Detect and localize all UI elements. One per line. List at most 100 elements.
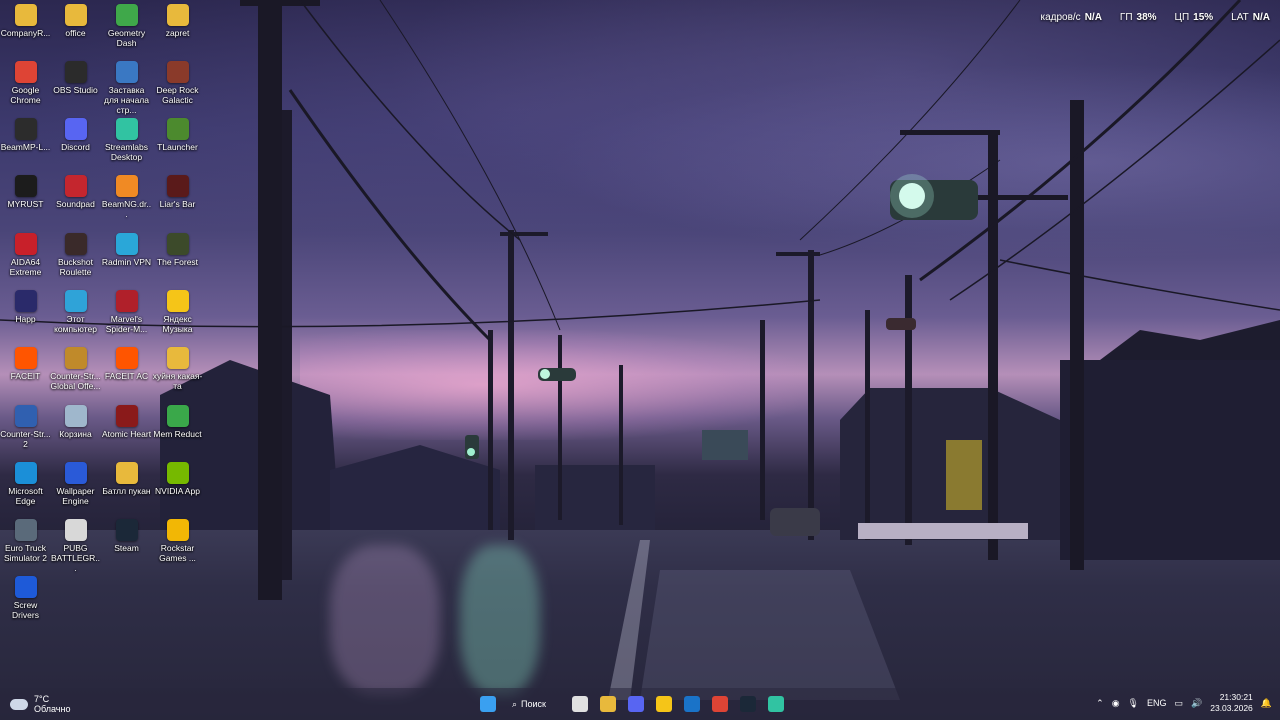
desktop-icon-label: Google Chrome xyxy=(10,85,41,105)
desktop-icon[interactable]: zapret xyxy=(152,4,203,38)
chevron-up-icon[interactable]: ⌃ xyxy=(1096,698,1104,709)
taskbar-button-discord[interactable] xyxy=(624,692,648,716)
cloud-icon xyxy=(10,698,28,710)
obs-icon xyxy=(64,61,87,83)
desktop-icon-label: Rockstar Games ... xyxy=(159,543,196,563)
desktop-icon-label: Liar's Bar xyxy=(159,199,196,209)
desktop-icon-label: CompanyR... xyxy=(0,28,51,38)
desktop-icon[interactable]: Euro Truck Simulator 2 xyxy=(0,519,51,563)
the-forest-icon xyxy=(166,233,189,255)
desktop-icon[interactable]: Soundpad xyxy=(50,175,101,209)
cpu-value: 15% xyxy=(1193,12,1214,23)
desktop-icon[interactable]: Корзина xyxy=(50,405,101,439)
taskbar-button-outlook[interactable] xyxy=(680,692,704,716)
desktop-icon[interactable]: OBS Studio xyxy=(50,61,101,95)
clock-date: 23.03.2026 xyxy=(1210,703,1253,713)
desktop-icon[interactable]: Rockstar Games ... xyxy=(152,519,203,563)
gpu-label: ГП xyxy=(1119,12,1133,23)
desktop-icon[interactable]: Counter-Str... Global Offe... xyxy=(50,347,101,391)
desktop-icon[interactable]: Atomic Heart xyxy=(101,405,152,439)
desktop-icon-label: Streamlabs Desktop xyxy=(105,142,148,162)
desktop-icon[interactable]: Этот компьютер xyxy=(50,290,101,334)
desktop-icon-label: Mem Reduct xyxy=(153,429,202,439)
desktop-icon[interactable]: Microsoft Edge xyxy=(0,462,51,506)
chrome-icon xyxy=(14,61,37,83)
desktop-icon-label: Buckshot Roulette xyxy=(58,257,93,277)
pubg-icon xyxy=(64,519,87,541)
desktop-icon-label: Atomic Heart xyxy=(101,429,152,439)
desktop-icon[interactable]: Батлл пукан xyxy=(101,462,152,496)
taskbar-search-button[interactable]: ⌕ Поиск xyxy=(504,692,564,716)
volume-icon[interactable]: 🔊 xyxy=(1191,698,1202,709)
taskbar-button-streamlabs[interactable] xyxy=(764,692,788,716)
desktop-icon[interactable]: Mem Reduct xyxy=(152,405,203,439)
discord-icon xyxy=(64,118,87,140)
weather-widget[interactable]: 7°C Облачно xyxy=(10,694,70,714)
desktop-icon-label: Counter-Str... Global Offe... xyxy=(50,371,101,391)
geometry-dash-icon xyxy=(115,4,138,26)
desktop-icon[interactable]: Заставка для начала стр... xyxy=(101,61,152,115)
desktop-icon-label: PUBG BATTLEGR... xyxy=(51,543,100,573)
desktop-icon[interactable]: хуйня какая-та xyxy=(152,347,203,391)
desktop-icon-label: Euro Truck Simulator 2 xyxy=(4,543,47,563)
desktop-icon[interactable]: Buckshot Roulette xyxy=(50,233,101,277)
spider-man-icon xyxy=(115,290,138,312)
desktop-icon[interactable]: Google Chrome xyxy=(0,61,51,105)
desktop-icon[interactable]: AIDA64 Extreme xyxy=(0,233,51,277)
desktop-icon[interactable]: Wallpaper Engine xyxy=(50,462,101,506)
desktop-icon-label: Steam xyxy=(114,543,139,553)
taskbar-button-file-explorer[interactable] xyxy=(596,692,620,716)
desktop-icon[interactable]: The Forest xyxy=(152,233,203,267)
taskbar-app-area: ⌕ Поиск xyxy=(476,692,788,716)
video-icon xyxy=(115,61,138,83)
taskbar-button-chrome[interactable] xyxy=(708,692,732,716)
desktop-icon[interactable]: Radmin VPN xyxy=(101,233,152,267)
desktop-icon-label: Deep Rock Galactic xyxy=(156,85,199,105)
desktop-icon[interactable]: Counter-Str... 2 xyxy=(0,405,51,449)
taskbar-button-task-view[interactable] xyxy=(568,692,592,716)
desktop-icon[interactable]: Streamlabs Desktop xyxy=(101,118,152,162)
latency-value: N/A xyxy=(1252,12,1270,23)
desktop-icon[interactable]: BeamMP-L... xyxy=(0,118,51,152)
desktop-icon-label: Soundpad xyxy=(56,199,95,209)
desktop-icon[interactable]: Яндекс Музыка xyxy=(152,290,203,334)
clock[interactable]: 21:30:21 23.03.2026 xyxy=(1210,692,1253,714)
taskbar-button-steam[interactable] xyxy=(736,692,760,716)
desktop-icon[interactable]: FACEIT AC xyxy=(101,347,152,381)
language-indicator[interactable]: ENG xyxy=(1147,698,1167,708)
desktop-icon[interactable]: BeamNG.dr... xyxy=(101,175,152,219)
microphone-icon[interactable]: 🎙 xyxy=(1128,698,1139,709)
desktop-icon-label: Geometry Dash xyxy=(107,28,146,48)
desktop-icon[interactable]: FACEIT xyxy=(0,347,51,381)
desktop-icon[interactable]: Screw Drivers xyxy=(0,576,51,620)
tlauncher-icon xyxy=(166,118,189,140)
desktop-icon[interactable]: NVIDIA App xyxy=(152,462,203,496)
gpu-stat: ГП 38% xyxy=(1120,12,1157,23)
folder-icon xyxy=(166,347,189,369)
desktop-icon[interactable]: PUBG BATTLEGR... xyxy=(50,519,101,573)
taskbar: 7°C Облачно ⌕ Поиск ⌃ ◉ 🎙 ENG ▭ 🔊 21:30:2… xyxy=(0,688,1280,720)
desktop-icon[interactable]: MYRUST xyxy=(0,175,51,209)
desktop-icon[interactable]: Discord xyxy=(50,118,101,152)
network-icon[interactable]: ▭ xyxy=(1175,698,1184,709)
desktop-icon[interactable]: Happ xyxy=(0,290,51,324)
desktop-icon-label: BeamMP-L... xyxy=(0,142,51,152)
desktop-icon[interactable]: office xyxy=(50,4,101,38)
desktop-icon[interactable]: TLauncher xyxy=(152,118,203,152)
desktop-icon[interactable]: Liar's Bar xyxy=(152,175,203,209)
desktop-icon-label: Яндекс Музыка xyxy=(162,314,193,334)
taskbar-button-start[interactable] xyxy=(476,692,500,716)
steam-tray-icon[interactable]: ◉ xyxy=(1112,698,1120,709)
folder-icon xyxy=(166,4,189,26)
desktop-icon[interactable]: Steam xyxy=(101,519,152,553)
beamng-icon xyxy=(115,175,138,197)
search-icon: ⌕ xyxy=(512,698,518,709)
taskbar-button-yandex-music[interactable] xyxy=(652,692,676,716)
desktop-icon[interactable]: Deep Rock Galactic xyxy=(152,61,203,105)
desktop-icon-label: Батлл пукан xyxy=(102,486,151,496)
desktop-icon[interactable]: Geometry Dash xyxy=(101,4,152,48)
notification-bell-icon[interactable]: 🔔 xyxy=(1261,698,1272,709)
desktop-icon[interactable]: CompanyR... xyxy=(0,4,51,38)
this-pc-icon xyxy=(64,290,87,312)
desktop-icon[interactable]: Marvel's Spider-M... xyxy=(101,290,152,334)
